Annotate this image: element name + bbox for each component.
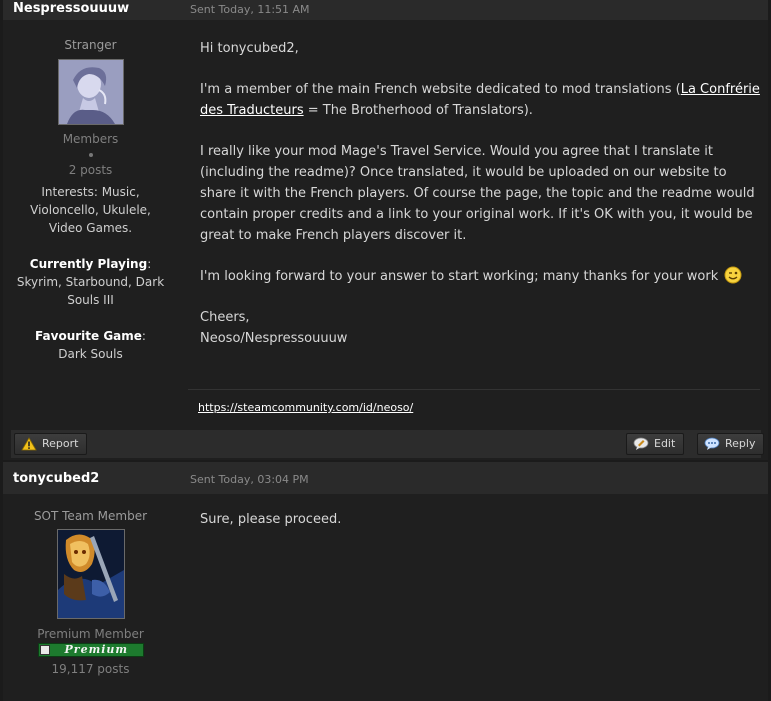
profile-currently-playing: Currently Playing: Skyrim, Starbound, Da…: [3, 255, 178, 309]
body-paragraph: I'm a member of the main French website …: [200, 79, 760, 121]
premium-badge: Premium: [37, 643, 144, 657]
signature-link[interactable]: https://steamcommunity.com/id/neoso/: [198, 401, 413, 414]
reply-label: Reply: [725, 437, 756, 450]
currently-playing-value: Skyrim, Starbound, Dark: [16, 275, 165, 289]
post-header: Nespressouuuw Sent Today, 11:51 AM: [3, 0, 768, 20]
author-info: SOT Team Member Premium Member Premium 1…: [3, 509, 178, 676]
signature-divider: [188, 389, 760, 390]
report-label: Report: [42, 437, 79, 450]
greeting-text: Hi tonycubed2,: [200, 41, 299, 56]
message-post: tonycubed2 Sent Today, 03:04 PM SOT Team…: [3, 462, 768, 701]
post-count: 19,117 posts: [51, 662, 130, 676]
avatar[interactable]: [56, 529, 125, 619]
body-text: = The Brotherhood of Translators).: [303, 103, 533, 118]
interests-line: Interests: Music,: [41, 185, 140, 199]
edit-label: Edit: [654, 437, 676, 450]
author-name-link[interactable]: Nespressouuuw: [13, 1, 129, 16]
reply-bubble-icon: [704, 437, 720, 450]
post-date: Sent Today, 03:04 PM: [190, 473, 309, 486]
avatar[interactable]: [57, 59, 124, 125]
warning-icon: [21, 437, 37, 451]
post-date: Sent Today, 11:51 AM: [190, 3, 310, 16]
post-count: 2 posts: [68, 163, 113, 177]
edit-bubble-icon: [633, 437, 649, 450]
member-group: Members: [62, 132, 119, 146]
closing-text: Cheers,: [200, 310, 250, 325]
signoff-text: Neoso/Nespressouuuw: [200, 331, 348, 346]
reply-button[interactable]: Reply: [697, 433, 765, 455]
member-group: Premium Member: [37, 627, 144, 641]
post-body: Sure, please proceed.: [200, 509, 760, 530]
profile-favourite-game: Favourite Game: Dark Souls: [3, 327, 178, 363]
wink-smiley-icon: [724, 266, 742, 284]
post-header: tonycubed2 Sent Today, 03:04 PM: [3, 462, 768, 494]
body-paragraph: I'm looking forward to your answer to st…: [200, 266, 760, 287]
favourite-game-value: Dark Souls: [58, 347, 123, 361]
interests-line: Violoncello, Ukulele,: [30, 203, 151, 217]
author-info: Stranger Members 2 posts Interests: Musi…: [3, 38, 178, 363]
report-button[interactable]: Report: [14, 433, 88, 455]
author-name-link[interactable]: tonycubed2: [13, 471, 99, 486]
premium-badge-label: Premium: [64, 643, 129, 656]
currently-playing-label: Currently Playing: [29, 257, 148, 271]
favourite-game-label: Favourite Game: [35, 329, 142, 343]
interests-line: Video Games.: [48, 221, 133, 235]
post-body: Hi tonycubed2, I'm a member of the main …: [200, 38, 760, 349]
group-pip-icon: [88, 153, 93, 157]
member-title: Stranger: [64, 38, 117, 52]
post-controls: Report Edit Reply: [11, 430, 765, 458]
body-text: I'm a member of the main French website …: [200, 82, 681, 97]
message-post: Nespressouuuw Sent Today, 11:51 AM Stran…: [3, 0, 768, 460]
premium-badge-icon: [39, 645, 50, 655]
currently-playing-value: Souls III: [67, 293, 114, 307]
member-title: SOT Team Member: [33, 509, 148, 523]
profile-interests: Interests: Music, Violoncello, Ukulele, …: [3, 183, 178, 237]
body-paragraph: I really like your mod Mage's Travel Ser…: [200, 144, 755, 243]
edit-button[interactable]: Edit: [626, 433, 685, 455]
body-text: Sure, please proceed.: [200, 512, 342, 527]
body-text: I'm looking forward to your answer to st…: [200, 269, 719, 284]
